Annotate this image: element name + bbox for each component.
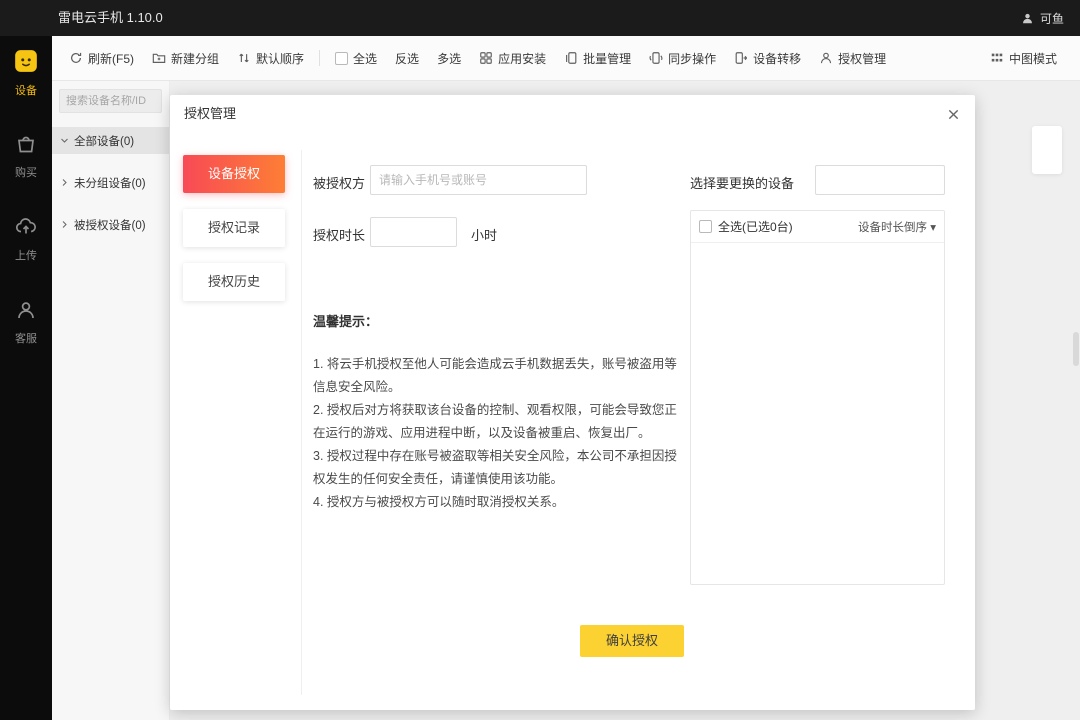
scrollbar-thumb[interactable] — [1073, 332, 1079, 366]
device-filter-input[interactable] — [815, 165, 945, 195]
sync-phone-icon — [649, 51, 663, 65]
user-icon — [1021, 12, 1034, 25]
tip-line: 4. 授权方与被授权方可以随时取消授权关系。 — [313, 491, 681, 514]
dialog-tabs: 设备授权 授权记录 授权历史 — [183, 155, 285, 317]
folder-plus-icon — [152, 51, 166, 65]
search-input[interactable] — [60, 95, 161, 107]
shopping-bag-icon — [14, 132, 38, 156]
background-card — [1032, 126, 1062, 174]
close-icon — [947, 108, 960, 121]
tab-auth-history[interactable]: 授权历史 — [183, 263, 285, 301]
duration-label: 授权时长 — [313, 225, 365, 244]
close-button[interactable] — [943, 104, 963, 124]
sort-arrows-icon — [237, 51, 251, 65]
select-all-checkbox[interactable] — [335, 52, 348, 65]
app-install-button[interactable]: 应用安装 — [470, 50, 555, 67]
tips-title: 温馨提示： — [313, 311, 378, 330]
dialog-title: 授权管理 — [184, 95, 236, 133]
user-account[interactable]: 可鱼 — [1021, 0, 1064, 36]
confirm-auth-button[interactable]: 确认授权 — [580, 625, 684, 657]
customer-service-icon — [14, 298, 38, 322]
device-search — [59, 89, 162, 113]
chevron-right-icon — [60, 178, 69, 187]
grantee-input[interactable] — [370, 165, 587, 195]
user-name: 可鱼 — [1040, 10, 1064, 27]
chevron-right-icon — [60, 220, 69, 229]
tab-auth-records[interactable]: 授权记录 — [183, 209, 285, 247]
sidebar-label: 客服 — [0, 330, 52, 346]
duration-input[interactable] — [370, 217, 457, 247]
batch-phone-icon — [564, 51, 578, 65]
tree-item-all-devices[interactable]: 全部设备(0) — [52, 127, 169, 154]
grantee-label: 被授权方 — [313, 173, 365, 192]
sidebar-label: 设备 — [0, 82, 52, 98]
device-tree: 全部设备(0) 未分组设备(0) 被授权设备(0) — [52, 127, 169, 238]
sidebar-label: 购买 — [0, 164, 52, 180]
vertical-divider — [301, 150, 302, 695]
list-select-all-label: 全选(已选0台) — [718, 218, 793, 235]
sidebar-item-purchase[interactable]: 购买 — [0, 132, 52, 180]
cloud-upload-icon — [14, 215, 38, 239]
sync-operation-button[interactable]: 同步操作 — [640, 50, 725, 67]
refresh-icon — [69, 51, 83, 65]
app-window: 雷电云手机 1.10.0 可鱼 设备 购买 — [0, 0, 1080, 720]
sidebar-label: 上传 — [0, 247, 52, 263]
select-all-button[interactable]: 全选 — [326, 50, 386, 67]
caret-down-icon: ▾ — [930, 222, 936, 234]
device-select-label: 选择要更换的设备 — [690, 173, 794, 192]
toolbar-divider — [319, 50, 320, 66]
invert-selection-button[interactable]: 反选 — [386, 50, 428, 67]
device-transfer-button[interactable]: 设备转移 — [725, 50, 810, 67]
sidebar-item-upload[interactable]: 上传 — [0, 215, 52, 263]
auth-manage-dialog: 授权管理 设备授权 授权记录 授权历史 被授权方 授权时长 小时 选择要更换的设… — [170, 95, 975, 710]
batch-manage-button[interactable]: 批量管理 — [555, 50, 640, 67]
transfer-phone-icon — [734, 51, 748, 65]
grid-view-icon — [990, 51, 1004, 65]
tip-line: 2. 授权后对方将获取该台设备的控制、观看权限，可能会导致您正在运行的游戏、应用… — [313, 399, 681, 445]
device-list-panel: 全部设备(0) 未分组设备(0) 被授权设备(0) — [52, 81, 170, 720]
duration-unit-label: 小时 — [471, 225, 497, 244]
multi-select-button[interactable]: 多选 — [428, 50, 470, 67]
tip-line: 3. 授权过程中存在账号被盗取等相关安全风险，本公司不承担因授权发生的任何安全责… — [313, 445, 681, 491]
device-logo-icon — [13, 48, 39, 74]
person-icon — [819, 51, 833, 65]
chevron-down-icon — [60, 136, 69, 145]
app-grid-icon — [479, 51, 493, 65]
default-order-button[interactable]: 默认顺序 — [228, 50, 313, 67]
tip-line: 1. 将云手机授权至他人可能会造成云手机数据丢失，账号被盗用等信息安全风险。 — [313, 353, 681, 399]
sidebar-item-support[interactable]: 客服 — [0, 298, 52, 346]
refresh-button[interactable]: 刷新(F5) — [60, 50, 143, 67]
view-mode-button[interactable]: 中图模式 — [981, 50, 1066, 67]
tree-item-authorized[interactable]: 被授权设备(0) — [52, 211, 169, 238]
toolbar: 刷新(F5) 新建分组 默认顺序 全选 反选 多选 — [52, 36, 1080, 81]
app-title: 雷电云手机 1.10.0 — [58, 0, 163, 36]
tips-text: 1. 将云手机授权至他人可能会造成云手机数据丢失，账号被盗用等信息安全风险。 2… — [313, 353, 681, 514]
left-rail: 设备 购买 上传 客服 — [0, 36, 52, 720]
list-select-all-checkbox[interactable] — [699, 220, 712, 233]
new-group-button[interactable]: 新建分组 — [143, 50, 228, 67]
sidebar-item-devices[interactable]: 设备 — [0, 48, 52, 98]
tree-item-ungrouped[interactable]: 未分组设备(0) — [52, 169, 169, 196]
sort-dropdown[interactable]: 设备时长倒序 ▾ — [858, 219, 936, 235]
auth-manage-button[interactable]: 授权管理 — [810, 50, 895, 67]
device-list-header: 全选(已选0台) 设备时长倒序 ▾ — [691, 211, 944, 243]
device-select-list: 全选(已选0台) 设备时长倒序 ▾ — [690, 210, 945, 585]
titlebar: 雷电云手机 1.10.0 可鱼 — [0, 0, 1080, 36]
tab-device-auth[interactable]: 设备授权 — [183, 155, 285, 193]
